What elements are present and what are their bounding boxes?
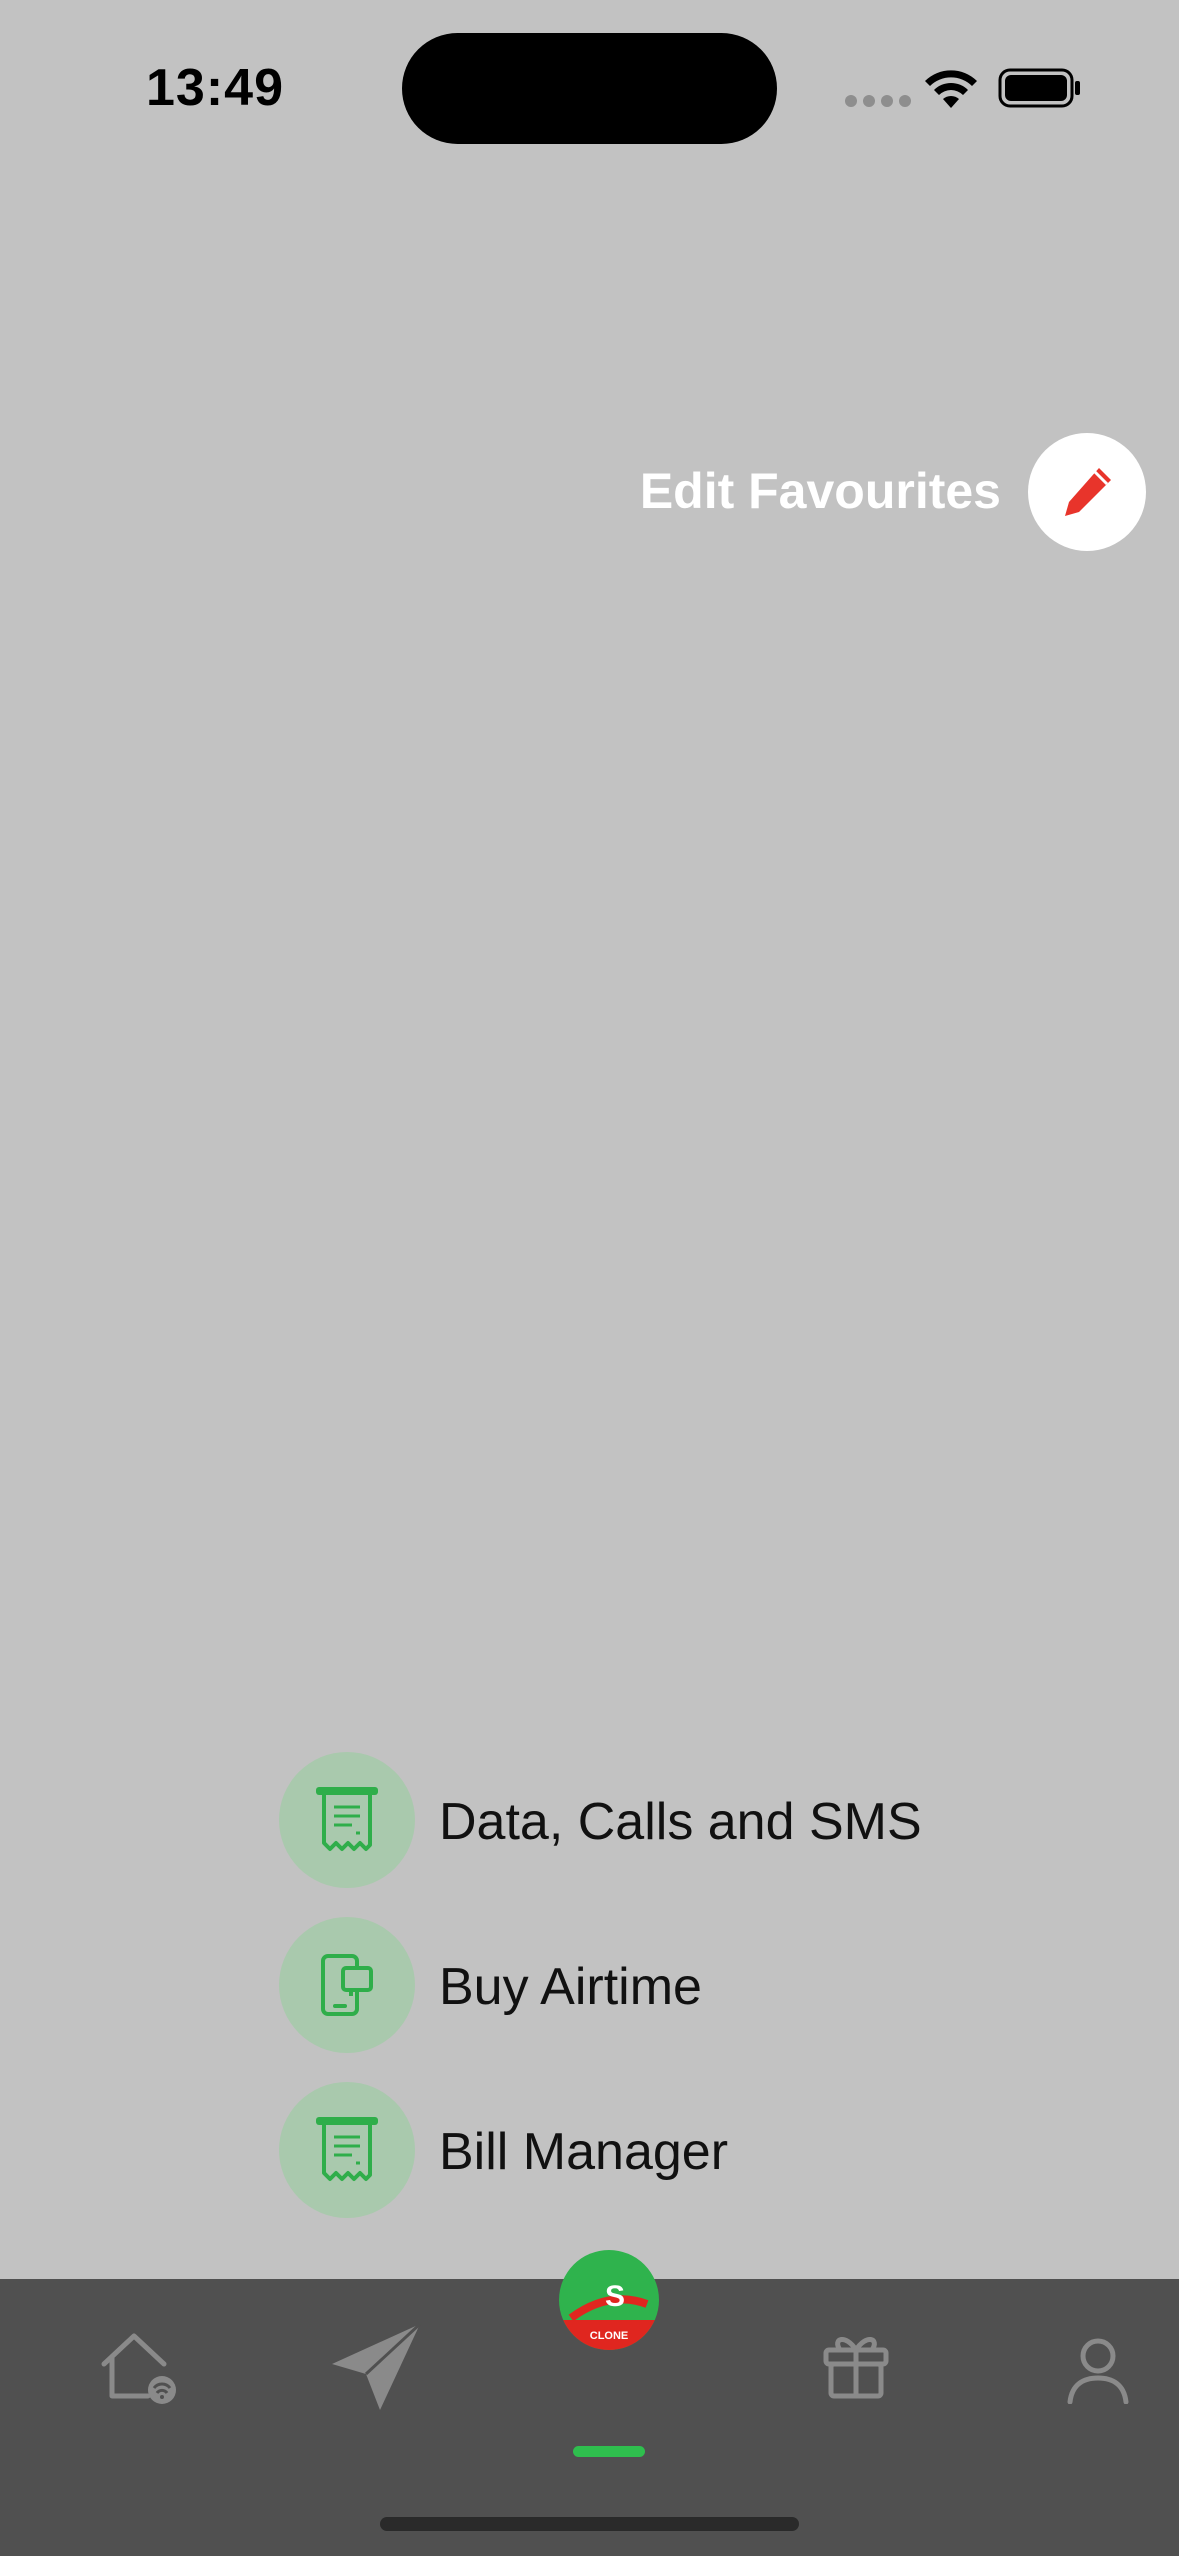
gift-icon	[823, 2337, 889, 2399]
app-logo-icon: S CLONE	[559, 2250, 659, 2350]
pencil-icon	[1065, 468, 1111, 516]
status-bar: 13:49	[0, 0, 1179, 180]
action-icon-circle	[279, 1917, 415, 2053]
profile-icon	[1067, 2338, 1129, 2404]
tab-send[interactable]	[330, 2322, 422, 2412]
wifi-icon	[925, 70, 977, 108]
dynamic-island	[402, 33, 777, 144]
tab-home[interactable]	[96, 2328, 180, 2408]
battery-icon	[998, 68, 1080, 108]
home-indicator[interactable]	[380, 2517, 799, 2531]
cellular-signal-icon	[845, 94, 917, 108]
action-label: Bill Manager	[439, 2123, 729, 2181]
action-bill-manager[interactable]: Bill Manager	[279, 2082, 1079, 2218]
active-tab-indicator	[573, 2446, 645, 2457]
edit-favourites-button[interactable]	[1028, 433, 1146, 551]
action-label: Buy Airtime	[439, 1958, 702, 2016]
send-icon	[332, 2322, 422, 2410]
status-time: 13:49	[146, 59, 284, 117]
logo-letter: S	[605, 2280, 625, 2313]
phone-topup-icon	[321, 1954, 373, 2016]
action-data-calls-sms[interactable]: Data, Calls and SMS	[279, 1752, 1079, 1888]
home-wifi-icon	[101, 2333, 176, 2404]
action-label: Data, Calls and SMS	[439, 1793, 922, 1851]
action-icon-circle	[279, 2082, 415, 2218]
receipt-icon	[316, 1787, 378, 1851]
edit-favourites-label[interactable]: Edit Favourites	[640, 462, 1001, 520]
tab-app-logo[interactable]: S CLONE	[559, 2250, 659, 2350]
action-buy-airtime[interactable]: Buy Airtime	[279, 1917, 1079, 2053]
tab-gift[interactable]	[822, 2330, 890, 2400]
logo-text: CLONE	[590, 2330, 629, 2342]
tab-profile[interactable]	[1066, 2338, 1130, 2404]
receipt-icon	[316, 2117, 378, 2181]
action-icon-circle	[279, 1752, 415, 1888]
